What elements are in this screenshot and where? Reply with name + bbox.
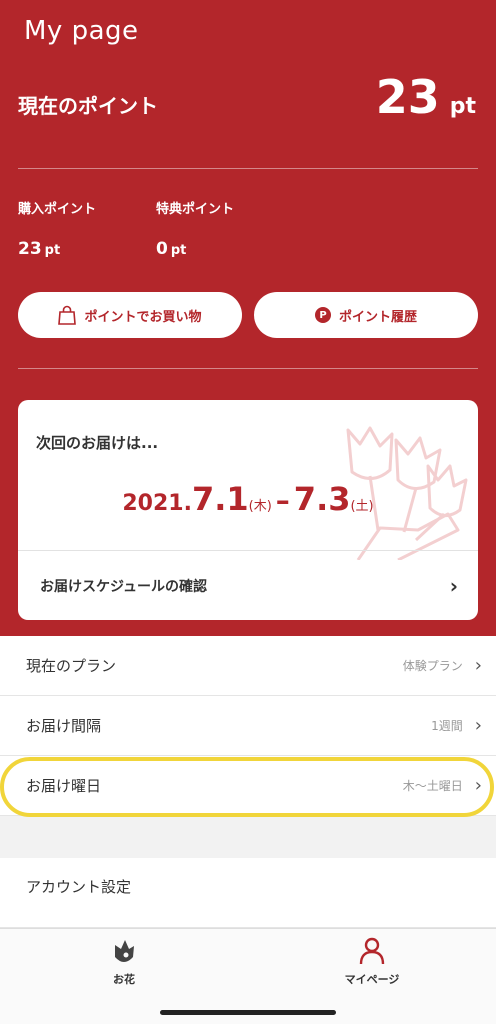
- setting-label: 現在のプラン: [26, 657, 117, 675]
- tab-flowers[interactable]: お花: [74, 937, 174, 987]
- point-history-button[interactable]: P ポイント履歴: [254, 292, 478, 338]
- tab-mypage[interactable]: マイページ: [322, 937, 422, 987]
- delivery-start-date: 7.1: [191, 480, 249, 518]
- shop-with-points-label: ポイントでお買い物: [84, 309, 202, 325]
- delivery-schedule-link[interactable]: お届けスケジュールの確認: [40, 576, 207, 596]
- current-points-unit: pt: [449, 94, 476, 119]
- date-range-dash: –: [275, 484, 290, 517]
- next-delivery-label: 次回のお届けは...: [36, 434, 159, 452]
- tab-mypage-label: マイページ: [344, 973, 400, 986]
- account-settings-label: アカウント設定: [26, 878, 132, 896]
- current-points-value: 23 pt: [376, 70, 476, 124]
- delivery-end-date: 7.3: [293, 480, 351, 518]
- divider: [18, 368, 478, 369]
- setting-label: お届け曜日: [26, 777, 102, 795]
- tab-flowers-label: お花: [113, 973, 135, 986]
- current-points-label: 現在のポイント: [18, 94, 158, 118]
- setting-value: 1週間: [431, 719, 463, 733]
- purchase-points-value: 23 pt: [18, 239, 61, 259]
- setting-value: 木〜土曜日: [402, 779, 463, 793]
- divider: [18, 168, 478, 169]
- bonus-points: 特典ポイント 0 pt: [156, 198, 234, 259]
- chevron-right-icon: ›: [474, 775, 482, 796]
- mypage-header: My page 現在のポイント 23 pt 購入ポイント 23 pt 特典ポイント…: [0, 0, 496, 636]
- delivery-date-range: 2021.7.1(木) –7.3(土): [18, 480, 478, 518]
- chevron-right-icon[interactable]: ›: [450, 574, 458, 598]
- card-divider: [18, 550, 478, 551]
- setting-row-current-plan[interactable]: 現在のプラン 体験プラン ›: [0, 636, 496, 696]
- next-delivery-card: 次回のお届けは... 2021.7.1(木) –7.3(土) お届けスケジュールの…: [18, 400, 478, 620]
- shop-with-points-button[interactable]: ポイントでお買い物: [18, 292, 242, 338]
- shopping-bag-icon: [58, 305, 77, 325]
- point-history-label: ポイント履歴: [338, 309, 417, 325]
- delivery-start-weekday: (木): [248, 499, 272, 514]
- page-title: My page: [24, 16, 139, 46]
- bonus-points-label: 特典ポイント: [156, 202, 235, 217]
- delivery-end-weekday: (土): [350, 499, 374, 514]
- setting-row-delivery-weekday[interactable]: お届け曜日 木〜土曜日 ›: [0, 756, 496, 816]
- home-indicator: [160, 1010, 336, 1015]
- bonus-points-value: 0 pt: [156, 239, 187, 259]
- setting-row-delivery-interval[interactable]: お届け間隔 1週間 ›: [0, 696, 496, 756]
- point-icon: P: [314, 307, 331, 323]
- chevron-right-icon: ›: [474, 655, 482, 676]
- setting-value: 体験プラン: [402, 659, 463, 673]
- delivery-year: 2021.: [122, 491, 192, 516]
- current-points-number: 23: [375, 70, 440, 124]
- flower-bud-icon: [115, 940, 134, 962]
- plan-settings-list: 現在のプラン 体験プラン › お届け間隔 1週間 › お届け曜日 木〜土曜日 ›: [0, 636, 496, 816]
- setting-label: お届け間隔: [26, 717, 102, 735]
- account-settings-row[interactable]: アカウント設定: [0, 858, 496, 928]
- person-icon: [359, 937, 385, 965]
- purchase-points: 購入ポイント 23 pt: [18, 198, 96, 259]
- purchase-points-label: 購入ポイント: [18, 202, 97, 217]
- chevron-right-icon: ›: [474, 715, 482, 736]
- section-gap: [0, 818, 496, 858]
